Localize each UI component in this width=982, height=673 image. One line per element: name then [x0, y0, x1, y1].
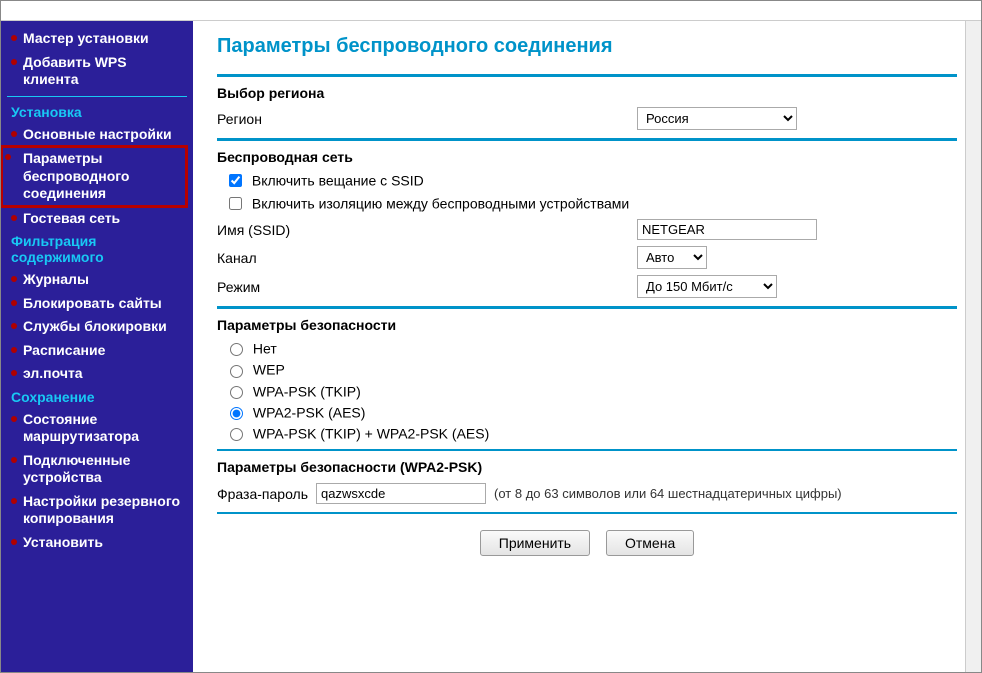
sidebar-item-email[interactable]: эл.почта [7, 362, 187, 386]
broadcast-ssid-checkbox[interactable] [229, 174, 242, 187]
isolation-checkbox[interactable] [229, 197, 242, 210]
sidebar-item-block-services[interactable]: Службы блокировки [7, 315, 187, 339]
wireless-section-label: Беспроводная сеть [217, 149, 957, 165]
sidebar-item-set[interactable]: Установить [7, 531, 187, 555]
security-option-wep-label: WEP [253, 362, 285, 378]
region-section-label: Выбор региона [217, 85, 957, 101]
passphrase-label: Фраза-пароль [217, 486, 308, 502]
ssid-label: Имя (SSID) [217, 222, 637, 238]
sidebar-item-add-wps-client[interactable]: Добавить WPS клиента [7, 51, 187, 92]
apply-button[interactable]: Применить [480, 530, 590, 556]
sidebar-item-attached-devices[interactable]: Подключенные устройства [7, 449, 187, 490]
section-divider [217, 306, 957, 309]
security-option-wpa-psk-tkip-label: WPA-PSK (TKIP) [253, 383, 361, 399]
sidebar-item-wireless-settings[interactable]: Параметры беспроводного соединения [1, 146, 187, 207]
sidebar-item-router-status[interactable]: Состояние маршрутизатора [7, 408, 187, 449]
sidebar-item-setup-wizard[interactable]: Мастер установки [7, 27, 187, 51]
section-divider [217, 74, 957, 77]
channel-select[interactable]: Авто [637, 246, 707, 269]
region-label: Регион [217, 111, 637, 127]
sidebar-item-logs[interactable]: Журналы [7, 268, 187, 292]
cancel-button[interactable]: Отмена [606, 530, 694, 556]
region-select[interactable]: Россия [637, 107, 797, 130]
sidebar-section-setup: Установка [7, 101, 187, 123]
mode-select[interactable]: До 150 Мбит/с [637, 275, 777, 298]
sidebar: Мастер установки Добавить WPS клиента Ус… [1, 21, 193, 672]
page-title: Параметры беспроводного соединения [217, 35, 957, 58]
security-option-wpa2-psk-aes[interactable] [230, 407, 243, 420]
security-option-wpa-mixed[interactable] [230, 428, 243, 441]
section-divider [217, 138, 957, 141]
broadcast-ssid-label: Включить вещание с SSID [252, 173, 424, 189]
security-option-none-label: Нет [253, 340, 277, 356]
ssid-input[interactable] [637, 219, 817, 240]
sidebar-item-schedule[interactable]: Расписание [7, 339, 187, 363]
sidebar-item-guest-network[interactable]: Гостевая сеть [7, 207, 187, 231]
passphrase-input[interactable] [316, 483, 486, 504]
sidebar-item-basic-settings[interactable]: Основные настройки [7, 123, 187, 147]
passphrase-hint: (от 8 до 63 символов или 64 шестнадцатер… [494, 486, 842, 501]
mode-label: Режим [217, 279, 637, 295]
section-divider [217, 449, 957, 451]
sidebar-section-content-filtering: Фильтрация содержимого [7, 230, 187, 268]
security-option-wpa-mixed-label: WPA-PSK (TKIP) + WPA2-PSK (AES) [253, 425, 489, 441]
passphrase-section-label: Параметры безопасности (WPA2-PSK) [217, 459, 957, 475]
sidebar-divider [7, 96, 187, 97]
sidebar-item-backup-settings[interactable]: Настройки резервного копирования [7, 490, 187, 531]
sidebar-item-block-sites[interactable]: Блокировать сайты [7, 292, 187, 316]
security-option-wpa2-psk-aes-label: WPA2-PSK (AES) [253, 404, 366, 420]
top-bar [1, 1, 981, 21]
security-option-wpa-psk-tkip[interactable] [230, 386, 243, 399]
sidebar-section-maintenance: Сохранение [7, 386, 187, 408]
security-section-label: Параметры безопасности [217, 317, 957, 333]
security-option-wep[interactable] [230, 365, 243, 378]
main-content: Параметры беспроводного соединения Выбор… [193, 21, 981, 672]
isolation-label: Включить изоляцию между беспроводными ус… [252, 196, 629, 212]
channel-label: Канал [217, 250, 637, 266]
vertical-scrollbar[interactable] [965, 21, 981, 672]
section-divider [217, 512, 957, 514]
security-option-none[interactable] [230, 343, 243, 356]
